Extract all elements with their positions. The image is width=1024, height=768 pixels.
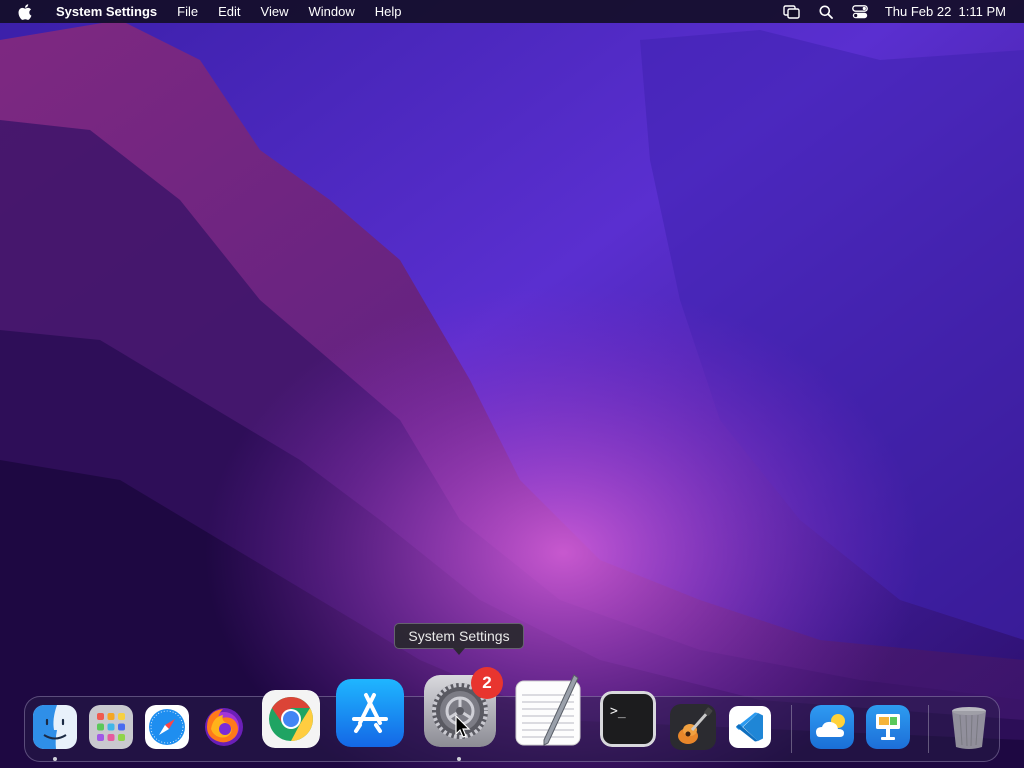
dock-item-keynote[interactable] (866, 705, 910, 749)
garageband-icon (670, 704, 716, 750)
dock-separator (928, 705, 929, 753)
terminal-prompt: >_ (610, 704, 626, 719)
window-menu[interactable]: Window (298, 0, 364, 23)
edit-menu[interactable]: Edit (208, 0, 250, 23)
trash-icon (952, 707, 986, 749)
apple-menu-icon[interactable] (12, 3, 46, 20)
dock-tooltip: System Settings (394, 623, 524, 655)
screen-mirroring-icon[interactable] (775, 4, 809, 19)
weather-icon (810, 705, 854, 749)
control-center-icon[interactable] (843, 4, 877, 19)
safari-icon (145, 705, 189, 749)
menu-bar: System Settings File Edit View Window He… (0, 0, 1024, 23)
desktop-wallpaper (0, 0, 1024, 768)
menu-bar-clock[interactable]: Thu Feb 22 1:11 PM (877, 0, 1012, 23)
mouse-cursor-icon (455, 715, 471, 738)
finder-icon (33, 705, 77, 749)
dock-item-launchpad[interactable] (89, 705, 133, 749)
dock-item-app-store[interactable] (336, 679, 404, 747)
keynote-icon (866, 705, 910, 749)
dock-item-safari[interactable] (145, 705, 189, 749)
dock-item-textedit[interactable] (514, 673, 582, 747)
dock-item-finder[interactable] (33, 705, 77, 749)
dock-item-chrome[interactable] (262, 690, 320, 748)
dock-item-terminal[interactable]: >_ (600, 691, 656, 747)
help-menu[interactable]: Help (365, 0, 412, 23)
dock-item-vscode[interactable] (729, 706, 771, 748)
view-menu[interactable]: View (251, 0, 299, 23)
terminal-icon: >_ (600, 691, 656, 747)
app-menu[interactable]: System Settings (46, 0, 167, 23)
running-indicator (457, 757, 461, 761)
file-menu[interactable]: File (167, 0, 208, 23)
dock-item-trash[interactable] (946, 703, 992, 751)
spotlight-search-icon[interactable] (809, 5, 843, 19)
dock-separator (791, 705, 792, 753)
vscode-icon (729, 706, 771, 748)
launchpad-icon (89, 705, 133, 749)
chrome-icon (262, 690, 320, 748)
dock-item-firefox[interactable] (201, 703, 247, 749)
notification-badge: 2 (471, 667, 503, 699)
textedit-icon (515, 674, 581, 746)
running-indicator (53, 757, 57, 761)
app-store-icon (336, 679, 404, 747)
firefox-icon (205, 708, 243, 746)
dock-item-weather[interactable] (810, 705, 854, 749)
dock-item-garageband[interactable] (670, 704, 716, 750)
